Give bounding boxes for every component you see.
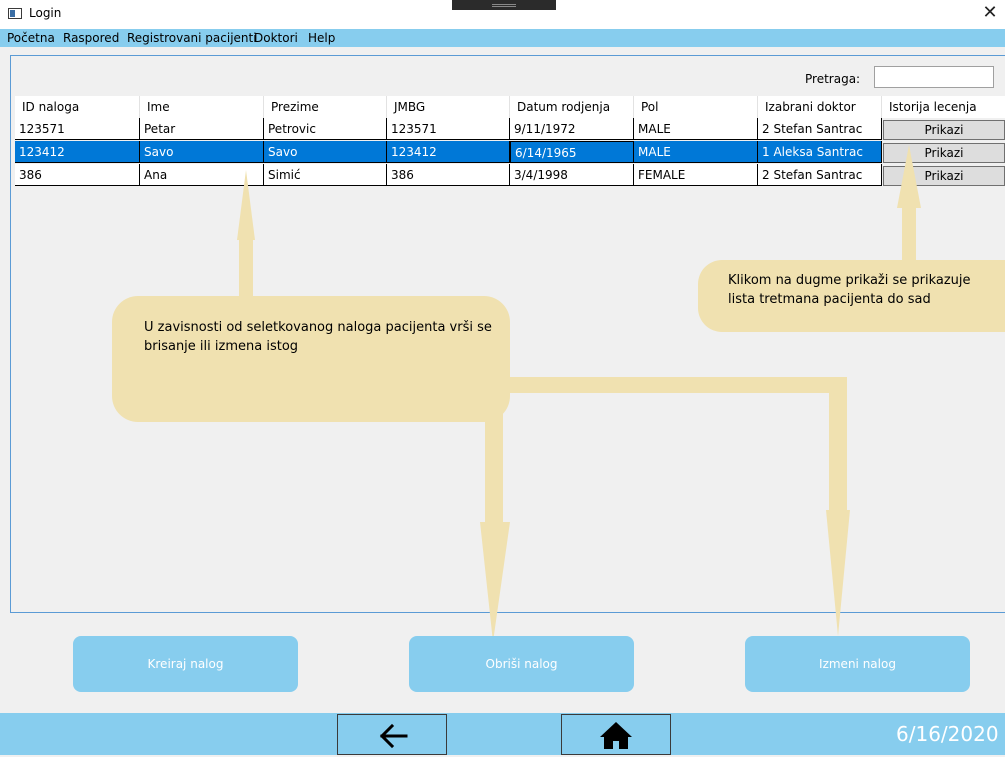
annotation-callout-left: [112, 296, 510, 422]
current-date: 6/16/2020: [896, 722, 999, 746]
edit-account-button[interactable]: Izmeni nalog: [745, 636, 970, 692]
arrow-head: [897, 145, 921, 208]
arrow-head: [826, 510, 850, 636]
arrow-connector: [500, 377, 847, 393]
annotation-text-right: Klikom na dugme prikaži se prikazuje lis…: [728, 273, 971, 307]
arrow-shaft: [239, 238, 253, 298]
home-icon: [600, 722, 632, 749]
arrow-shaft: [902, 205, 916, 267]
annotation-text-left: U zavisnosti od seletkovanog naloga paci…: [144, 320, 492, 354]
home-button[interactable]: [561, 714, 671, 755]
arrow-left-icon: [379, 723, 408, 749]
delete-account-button[interactable]: Obriši nalog: [409, 636, 634, 692]
back-button[interactable]: [337, 714, 447, 755]
arrow-head: [480, 522, 510, 642]
create-account-button[interactable]: Kreiraj nalog: [73, 636, 298, 692]
arrow-head: [237, 170, 255, 240]
bottom-bar: [0, 713, 1005, 755]
arrow-shaft: [829, 377, 847, 512]
